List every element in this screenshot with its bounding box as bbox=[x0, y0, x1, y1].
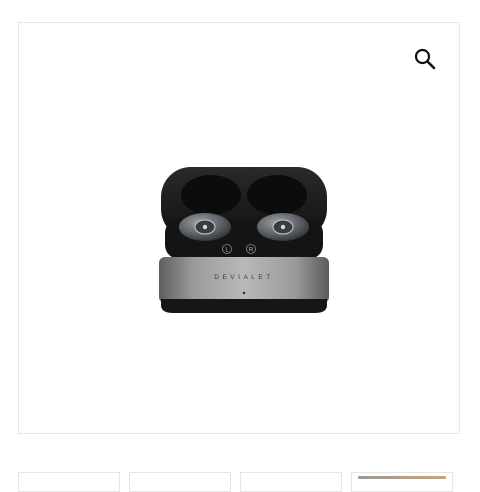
thumbnail-strip bbox=[18, 472, 460, 492]
thumbnail-1[interactable] bbox=[18, 472, 120, 492]
zoom-button[interactable] bbox=[413, 47, 437, 71]
thumbnail-2[interactable] bbox=[129, 472, 231, 492]
thumbnail-3[interactable] bbox=[240, 472, 342, 492]
product-image-earbuds-case[interactable]: L R DEVIALET bbox=[159, 163, 329, 313]
brand-mark: DEVIALET bbox=[214, 274, 273, 281]
product-gallery-main: L R DEVIALET bbox=[18, 22, 460, 434]
right-label: R bbox=[249, 247, 254, 253]
magnifier-icon bbox=[413, 47, 437, 71]
thumbnail-4[interactable] bbox=[351, 472, 453, 492]
thumbnail-4-preview bbox=[358, 476, 446, 479]
